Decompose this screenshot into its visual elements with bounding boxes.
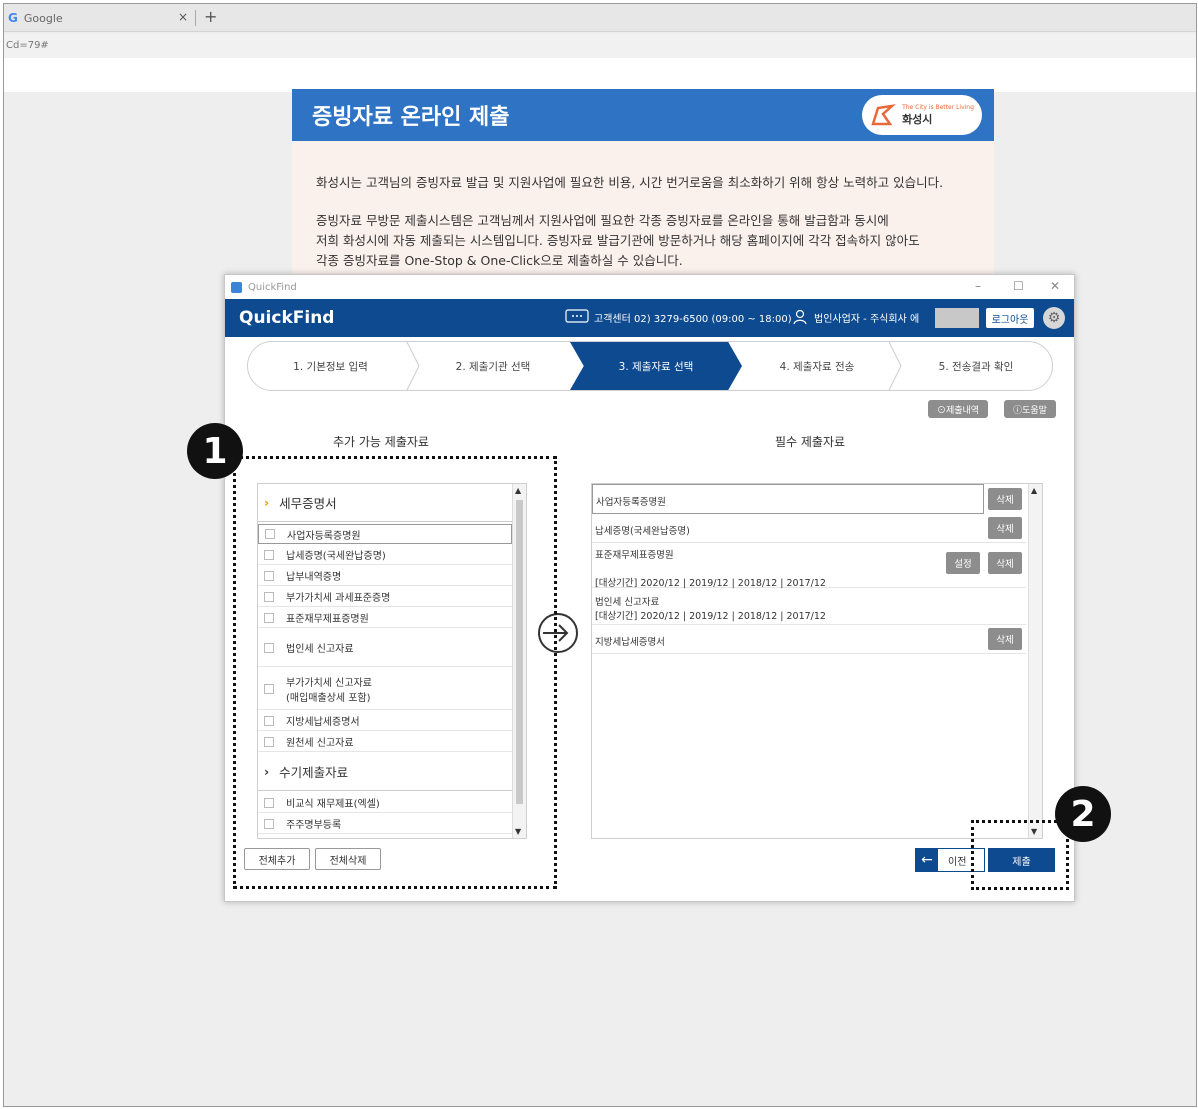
delete-button[interactable]: 삭제 bbox=[988, 628, 1022, 650]
app-window-title: QuickFind bbox=[248, 281, 297, 293]
prev-label: 이전 bbox=[948, 856, 967, 868]
google-icon: G bbox=[8, 11, 18, 25]
user-icon bbox=[793, 309, 807, 325]
step-label: 2. 제출기관 선택 bbox=[455, 360, 531, 373]
highlight-box-2 bbox=[971, 820, 1069, 890]
required-item[interactable]: 납세증명(국세완납증명) bbox=[592, 515, 1026, 543]
delete-button[interactable]: 삭제 bbox=[988, 552, 1022, 574]
intro-text: 화성시는 고객님의 증빙자료 발급 및 지원사업에 필요한 비용, 시간 번거로… bbox=[292, 141, 994, 281]
intro-paragraph-2-line-1: 증빙자료 무방문 제출시스템은 고객님께서 지원사업에 필요한 각종 증빙자료를… bbox=[316, 213, 889, 228]
tab-close-icon[interactable]: × bbox=[178, 10, 188, 24]
required-documents-list: 사업자등록증명원 삭제 납세증명(국세완납증명) 삭제 표준재무제표증명원 [대… bbox=[591, 483, 1043, 839]
app-logo: QuickFind bbox=[239, 308, 335, 328]
city-logo-icon bbox=[871, 104, 896, 126]
left-column-title: 추가 가능 제출자료 bbox=[333, 435, 429, 449]
page-top-strip bbox=[4, 58, 1196, 92]
tab-title: Google bbox=[23, 11, 63, 25]
step-3-active: 3. 제출자료 선택 bbox=[570, 342, 742, 390]
highlight-box-1 bbox=[233, 456, 557, 889]
logo-name: 화성시 bbox=[902, 112, 933, 126]
step-label: 5. 전송결과 확인 bbox=[938, 360, 1014, 373]
step-badge-1: 1 bbox=[187, 423, 243, 479]
setting-button[interactable]: 설정 bbox=[946, 552, 980, 574]
user-name: 법인사업자 - 주식회사 에 bbox=[814, 313, 920, 325]
tab-bar: G Google × + bbox=[4, 4, 1196, 32]
step-5: 5. 전송결과 확인 bbox=[898, 342, 1052, 390]
scroll-up-icon[interactable]: ▲ bbox=[1031, 486, 1037, 495]
app-header: QuickFind 고객센터 02) 3279-6500 (09:00 ~ 18… bbox=[225, 299, 1074, 337]
step-badge-2: 2 bbox=[1055, 786, 1111, 842]
item-label: 지방세납세증명서 bbox=[595, 637, 665, 648]
app-titlebar: QuickFind – ☐ ✕ bbox=[225, 275, 1074, 299]
support-info: 고객센터 02) 3279-6500 (09:00 ~ 18:00) bbox=[565, 309, 792, 325]
site-header: 증빙자료 온라인 제출 The City is Better Living 화성… bbox=[292, 89, 994, 141]
tab-separator bbox=[195, 10, 196, 26]
intro-paragraph-1: 화성시는 고객님의 증빙자료 발급 및 지원사업에 필요한 비용, 시간 번거로… bbox=[316, 175, 944, 190]
history-button[interactable]: ⊙제출내역 bbox=[928, 400, 988, 418]
maximize-icon[interactable]: ☐ bbox=[1013, 279, 1024, 293]
logout-button[interactable]: 로그아웃 bbox=[986, 308, 1034, 328]
delete-button[interactable]: 삭제 bbox=[988, 488, 1022, 510]
intro-paragraph-2-line-3: 각종 증빙자료를 One-Stop & One-Click으로 제출하실 수 있… bbox=[316, 253, 683, 268]
item-label: 납세증명(국세완납증명) bbox=[595, 526, 690, 537]
logo-tagline: The City is Better Living bbox=[902, 103, 974, 111]
gear-icon[interactable]: ⚙ bbox=[1043, 307, 1065, 329]
required-item[interactable]: 지방세납세증명서 bbox=[592, 626, 1026, 654]
item-label: 사업자등록증명원 bbox=[596, 497, 666, 508]
close-icon[interactable]: ✕ bbox=[1050, 279, 1060, 293]
browser-tab[interactable]: G Google × bbox=[4, 4, 196, 32]
step-label: 3. 제출자료 선택 bbox=[618, 360, 694, 373]
item-label: 법인세 신고자료 bbox=[595, 597, 660, 608]
arrow-left-icon: ← bbox=[916, 849, 938, 871]
right-column-title: 필수 제출자료 bbox=[775, 435, 846, 449]
step-progress: 1. 기본정보 입력 2. 제출기관 선택 3. 제출자료 선택 4. 제출자료… bbox=[247, 341, 1053, 391]
step-label: 1. 기본정보 입력 bbox=[293, 360, 368, 373]
intro-paragraph-2-line-2: 저희 화성시에 자동 제출되는 시스템입니다. 증빙자료 발급기관에 방문하거나… bbox=[316, 233, 920, 248]
chat-icon bbox=[565, 309, 589, 323]
period-text: [대상기간] 2020/12 | 2019/12 | 2018/12 | 201… bbox=[595, 611, 826, 622]
page-title: 증빙자료 온라인 제출 bbox=[312, 105, 510, 130]
support-text: 고객센터 02) 3279-6500 (09:00 ~ 18:00) bbox=[594, 313, 792, 325]
user-info: 법인사업자 - 주식회사 에 bbox=[793, 309, 919, 325]
required-item[interactable]: 법인세 신고자료 [대상기간] 2020/12 | 2019/12 | 2018… bbox=[592, 589, 1026, 625]
right-scrollbar[interactable]: ▲ ▼ bbox=[1028, 484, 1042, 838]
help-button[interactable]: ⓘ도움말 bbox=[1004, 400, 1056, 418]
step-2: 2. 제출기관 선택 bbox=[413, 342, 573, 390]
delete-button[interactable]: 삭제 bbox=[988, 517, 1022, 539]
minimize-icon[interactable]: – bbox=[975, 279, 981, 293]
address-bar[interactable]: Cd=79# bbox=[4, 34, 1196, 58]
city-logo[interactable]: The City is Better Living 화성시 bbox=[862, 95, 982, 135]
step-1: 1. 기본정보 입력 bbox=[248, 342, 413, 390]
app-icon bbox=[231, 281, 242, 293]
required-item[interactable]: 사업자등록증명원 bbox=[592, 484, 984, 514]
step-label: 4. 제출자료 전송 bbox=[779, 360, 855, 373]
redacted-name bbox=[935, 308, 979, 328]
new-tab-button[interactable]: + bbox=[204, 7, 217, 26]
period-text: [대상기간] 2020/12 | 2019/12 | 2018/12 | 201… bbox=[595, 578, 826, 589]
step-4: 4. 제출자료 전송 bbox=[742, 342, 892, 390]
